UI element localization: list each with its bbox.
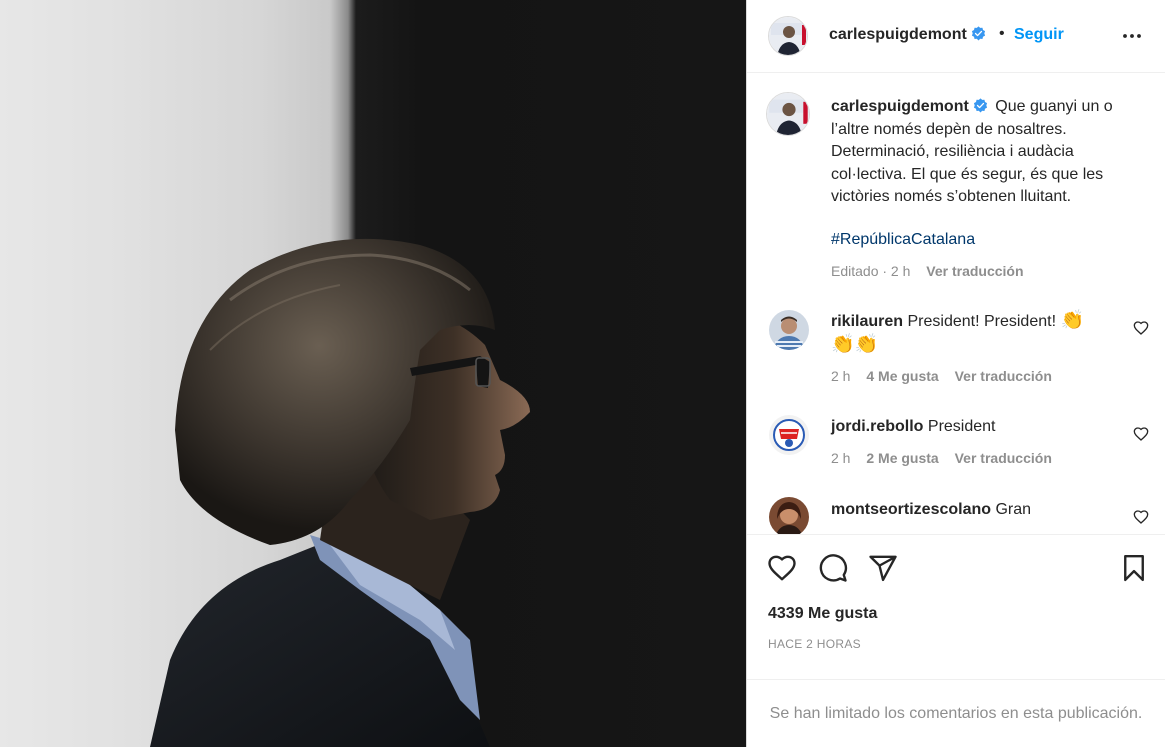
verified-badge-icon	[971, 26, 985, 41]
share-icon[interactable]	[868, 553, 898, 583]
comment-text: Gran	[995, 501, 1032, 518]
caption-avatar-image	[767, 93, 809, 135]
comments-list[interactable]: carlespuigdemont Que guanyi un o l’altre…	[747, 74, 1165, 534]
post-actions: 4339 Me gusta HACE 2 HORAS	[747, 534, 1165, 679]
author-avatar[interactable]	[768, 16, 808, 56]
comment-avatar-image	[769, 497, 809, 534]
caption-username-text[interactable]: carlespuigdemont	[831, 98, 969, 115]
comment-avatar-montseortizescolano[interactable]	[769, 497, 809, 534]
verified-badge-icon	[973, 98, 987, 113]
comment-likes[interactable]: 2 Me gusta	[866, 450, 938, 466]
post-caption: carlespuigdemont Que guanyi un o l’altre…	[831, 96, 1141, 209]
author-username-text[interactable]: carlespuigdemont	[829, 26, 967, 43]
comment-like-heart-icon[interactable]	[1133, 320, 1149, 336]
comment-username[interactable]: montseortizescolano	[831, 501, 991, 518]
separator-dot: •	[999, 25, 1005, 42]
comment-avatar-image	[769, 310, 809, 350]
comment-likes[interactable]: 4 Me gusta	[866, 368, 938, 384]
comment-rikilauren: rikilauren President! President! 👏 👏👏	[831, 310, 1116, 358]
comment-username[interactable]: jordi.rebollo	[831, 418, 923, 435]
follow-button[interactable]: Seguir	[1014, 26, 1064, 44]
post-side-panel: carlespuigdemont • Seguir carlespuigdemo…	[746, 0, 1165, 747]
comment-meta: 2 h 4 Me gusta Ver traducción	[831, 368, 1052, 384]
caption-translate-link[interactable]: Ver traducción	[926, 263, 1023, 279]
likes-count[interactable]: 4339 Me gusta	[768, 605, 877, 623]
comment-avatar-image	[769, 415, 809, 455]
caption-edited-time: Editado · 2 h	[831, 263, 911, 279]
comment-jordi-rebollo: jordi.rebollo President	[831, 415, 1116, 439]
save-icon[interactable]	[1119, 553, 1149, 583]
comment-avatar-rikilauren[interactable]	[769, 310, 809, 350]
post-header: carlespuigdemont • Seguir	[747, 0, 1165, 73]
comment-time: 2 h	[831, 450, 851, 466]
comment-avatar-jordi-rebollo[interactable]	[769, 415, 809, 455]
comment-icon[interactable]	[818, 553, 848, 583]
comment-text: President	[927, 418, 996, 435]
caption-meta: Editado · 2 h Ver traducción	[831, 263, 1024, 279]
comment-translate-link[interactable]: Ver traducción	[955, 368, 1052, 384]
comments-limited-notice: Se han limitado los comentarios en esta …	[747, 679, 1165, 747]
comment-username[interactable]: rikilauren	[831, 313, 903, 330]
heart-icon[interactable]	[767, 553, 797, 583]
portrait-illustration	[150, 238, 530, 747]
comment-time: 2 h	[831, 368, 851, 384]
author-username[interactable]: carlespuigdemont	[829, 26, 986, 44]
comment-meta: 2 h 2 Me gusta Ver traducción	[831, 450, 1052, 466]
comment-text: President! President!	[907, 313, 1057, 330]
comment-like-heart-icon[interactable]	[1133, 509, 1149, 525]
author-avatar-image	[769, 17, 807, 55]
more-options-icon[interactable]	[1120, 24, 1144, 48]
comment-like-heart-icon[interactable]	[1133, 426, 1149, 442]
post-timestamp: HACE 2 HORAS	[768, 637, 861, 651]
caption-username[interactable]: carlespuigdemont	[831, 98, 988, 115]
post-photo	[0, 0, 746, 747]
comment-montseortizescolano: montseortizescolano Gran	[831, 498, 1116, 522]
hashtag-link[interactable]: #RepúblicaCatalana	[831, 231, 975, 249]
comment-translate-link[interactable]: Ver traducción	[955, 450, 1052, 466]
caption-author-avatar[interactable]	[766, 92, 810, 136]
